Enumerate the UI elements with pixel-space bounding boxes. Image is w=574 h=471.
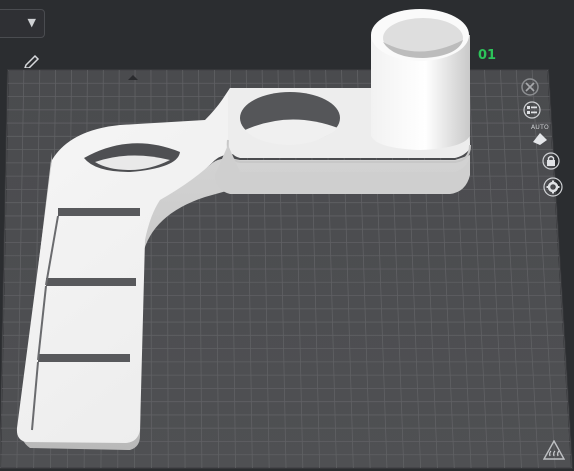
close-button[interactable]	[517, 76, 543, 98]
lock-button[interactable]	[538, 150, 564, 172]
auto-orient-button[interactable]	[527, 128, 553, 148]
auto-orient-icon	[533, 133, 547, 145]
lock-icon	[542, 152, 560, 170]
heatbed-warning-icon	[542, 439, 566, 460]
auto-label: AUTO	[531, 124, 550, 131]
chevron-down-icon: ▼	[27, 16, 36, 29]
heatbed-warning-button[interactable]	[542, 439, 566, 460]
close-icon	[521, 78, 539, 96]
list-icon	[523, 101, 541, 119]
top-dropdown[interactable]: ▼	[0, 9, 45, 38]
build-plate-viewport[interactable]	[0, 0, 574, 471]
readout-text: 01	[478, 48, 497, 63]
list-button[interactable]	[519, 99, 545, 121]
gear-icon	[543, 177, 563, 197]
settings-button[interactable]	[540, 176, 566, 198]
edit-button[interactable]	[18, 54, 44, 70]
pencil-icon	[23, 54, 40, 69]
